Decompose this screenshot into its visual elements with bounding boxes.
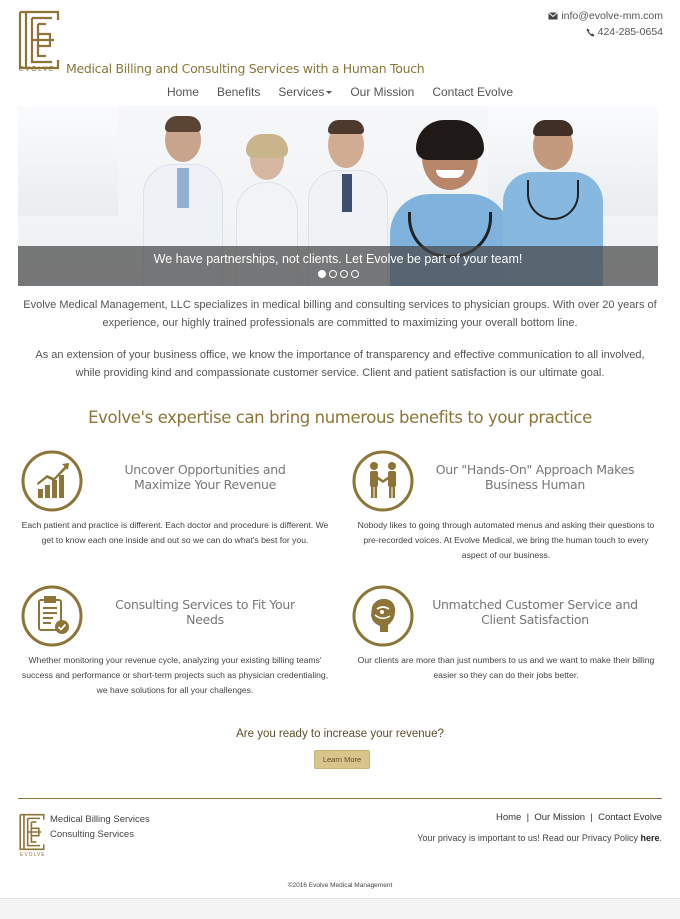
page-bottom-bar [0,898,680,919]
evolve-logo[interactable] [18,6,60,74]
privacy-period: . [659,833,662,843]
hero-bg-window [18,106,118,216]
site-tagline: Medical Billing and Consulting Services … [66,61,425,76]
hero-caption: We have partnerships, not clients. Let E… [18,246,658,286]
nav-services-label: Services [278,85,325,99]
phone-icon [586,27,595,37]
phone-number[interactable]: 424-285-0654 [598,24,663,40]
footer-nav: Home | Our Mission | Contact Evolve [496,812,662,823]
feature-text-3: Whether monitoring your revenue cycle, a… [21,655,329,695]
feature-title-2: Our "Hands-On" Approach Makes Business H… [435,462,635,492]
nav-services[interactable]: Services [269,85,341,99]
footer-nav-our-mission[interactable]: Our Mission [534,812,585,823]
hero-slider[interactable]: We have partnerships, not clients. Let E… [18,106,658,286]
footer-services-links: Medical Billing Services Consulting Serv… [50,812,150,842]
slider-dot-1[interactable] [317,270,326,278]
chevron-down-icon [326,91,333,95]
main-nav: Home Benefits Services Our Mission Conta… [0,85,680,99]
benefits-headline: Evolve's expertise can bring numerous be… [88,408,592,427]
handshake-icon [352,450,414,512]
feature-text-1: Each patient and practice is different. … [21,520,329,545]
slider-dot-3[interactable] [339,270,348,278]
footer-link-medical-billing[interactable]: Medical Billing Services [50,812,150,827]
copyright: ©2016 Evolve Medical Management [287,882,393,889]
footer-logo[interactable] [19,812,45,852]
privacy-text: Your privacy is important to us! Read ou… [417,833,638,843]
privacy-policy-link[interactable]: here [640,833,659,843]
intro-paragraph-1: Evolve Medical Management, LLC specializ… [23,299,657,329]
feature-title-3: Consulting Services to Fit Your Needs [115,597,295,627]
footer-divider [18,798,662,799]
nav-contact-evolve[interactable]: Contact Evolve [423,85,522,99]
feature-title-4: Unmatched Customer Service and Client Sa… [432,597,638,627]
slider-dot-2[interactable] [328,270,337,278]
footer-link-consulting[interactable]: Consulting Services [50,827,150,842]
footer-logo-wordmark: EVOLVE [20,852,46,858]
customer-service-icon [352,585,414,647]
clipboard-check-icon [21,585,83,647]
footer-nav-separator: | [523,812,532,823]
intro-paragraph-2: As an extension of your business office,… [35,349,645,379]
feature-title-1: Uncover Opportunities and Maximize Your … [124,462,286,492]
logo-wordmark: EVOLVE [19,66,55,73]
learn-more-button[interactable]: Learn More [314,750,370,769]
slider-dots [18,270,658,278]
nav-home[interactable]: Home [158,85,208,99]
feature-text-2: Nobody likes to going through automated … [357,520,655,560]
header-contact: info@evolve-mm.com 424-285-0654 [548,8,663,40]
nav-benefits[interactable]: Benefits [208,85,269,99]
footer-nav-home[interactable]: Home [496,812,521,823]
nav-our-mission[interactable]: Our Mission [341,85,423,99]
email-link[interactable]: info@evolve-mm.com [561,8,663,24]
slider-dot-4[interactable] [350,270,359,278]
envelope-icon [548,12,559,20]
privacy-notice: Your privacy is important to us! Read ou… [417,833,662,843]
cta-question: Are you ready to increase your revenue? [236,728,444,740]
footer-nav-separator: | [587,812,596,823]
bar-chart-icon [21,450,83,512]
phone-row[interactable]: 424-285-0654 [548,24,663,40]
footer-nav-contact[interactable]: Contact Evolve [598,812,662,823]
feature-text-4: Our clients are more than just numbers t… [357,655,655,680]
email-row[interactable]: info@evolve-mm.com [548,8,663,24]
